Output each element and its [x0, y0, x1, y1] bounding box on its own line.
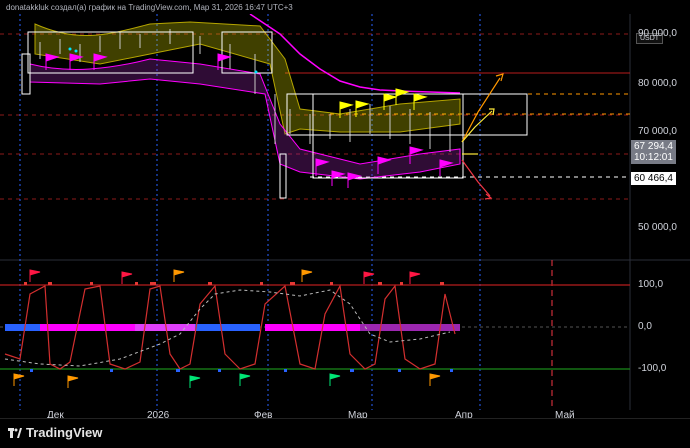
price-axis-label: 80 000,0 — [638, 78, 677, 89]
chart-canvas[interactable] — [0, 14, 690, 410]
price-axis-label: 50 000,0 — [638, 222, 677, 233]
oscillator-axis-label: 0,0 — [638, 321, 652, 332]
oscillator-axis-label: 100,0 — [638, 279, 664, 290]
brand-name: TradingView — [26, 425, 103, 440]
tradingview-icon — [8, 428, 22, 438]
price-axis-label: 90 000,0 — [638, 28, 677, 39]
oscillator-histogram — [5, 324, 460, 331]
chart-area[interactable]: USDT 90 000,0 80 000,0 70 000,0 50 000,0… — [0, 14, 690, 421]
footer: TradingView — [0, 418, 690, 448]
oscillator-axis-label: -100,0 — [638, 363, 667, 374]
tradingview-logo[interactable]: TradingView — [8, 425, 102, 440]
current-price: 67 294,4 — [634, 141, 673, 152]
bar-countdown: 10:12:01 — [634, 152, 673, 163]
chart-attribution: donatakkluk создал(а) график на TradingV… — [6, 3, 293, 12]
current-price-tag: 67 294,4 10:12:01 — [631, 140, 676, 164]
level-price-tag: 60 466,4 — [631, 172, 676, 185]
price-axis-label: 70 000,0 — [638, 126, 677, 137]
